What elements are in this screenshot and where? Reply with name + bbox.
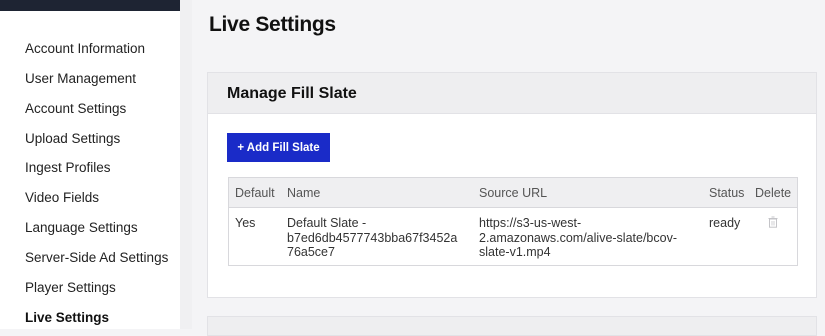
sidebar-item-upload-settings[interactable]: Upload Settings xyxy=(25,131,120,146)
cell-name: Default Slate - b7ed6db4577743bba67f3452… xyxy=(287,216,472,260)
cell-name-line: Default Slate - xyxy=(287,216,367,230)
sidebar-item-account-information[interactable]: Account Information xyxy=(25,41,145,56)
sidebar-item-live-settings[interactable]: Live Settings xyxy=(25,310,109,325)
sidebar-item-player-settings[interactable]: Player Settings xyxy=(25,280,116,295)
cell-default: Yes xyxy=(235,216,256,230)
sidebar-divider xyxy=(180,0,192,329)
column-header-name: Name xyxy=(287,186,321,200)
next-panel xyxy=(207,316,817,336)
fill-slate-table: Default Name Source URL Status Delete Ye… xyxy=(228,177,798,266)
sidebar-item-account-settings[interactable]: Account Settings xyxy=(25,101,126,116)
cell-url-line: slate-v1.mp4 xyxy=(479,245,551,259)
cell-status: ready xyxy=(709,216,741,230)
sidebar: Account Information User Management Acco… xyxy=(0,0,180,329)
add-fill-slate-button[interactable]: + Add Fill Slate xyxy=(227,133,330,162)
cell-source-url: https://s3-us-west- 2.amazonaws.com/aliv… xyxy=(479,216,704,260)
fill-slate-panel: Manage Fill Slate + Add Fill Slate Defau… xyxy=(207,72,817,298)
table-header: Default Name Source URL Status Delete xyxy=(229,178,797,208)
sidebar-item-user-management[interactable]: User Management xyxy=(25,71,136,86)
column-header-status: Status xyxy=(709,186,745,200)
cell-url-line: https://s3-us-west- xyxy=(479,216,582,230)
cell-name-line: 76a5ce7 xyxy=(287,245,335,259)
sidebar-item-video-fields[interactable]: Video Fields xyxy=(25,190,99,205)
cell-name-line: b7ed6db4577743bba67f3452a xyxy=(287,230,458,245)
sidebar-item-server-side-ad-settings[interactable]: Server-Side Ad Settings xyxy=(25,250,168,265)
sidebar-item-language-settings[interactable]: Language Settings xyxy=(25,220,138,235)
column-header-default: Default xyxy=(235,186,275,200)
sidebar-item-ingest-profiles[interactable]: Ingest Profiles xyxy=(25,160,111,175)
cell-url-line: 2.amazonaws.com/alive-slate/bcov- xyxy=(479,230,677,245)
sidebar-top-bar xyxy=(0,0,180,11)
fill-slate-panel-title: Manage Fill Slate xyxy=(227,85,357,102)
fill-slate-panel-header: Manage Fill Slate xyxy=(208,73,816,114)
column-header-delete: Delete xyxy=(755,186,792,200)
trash-icon[interactable] xyxy=(767,216,779,228)
page-title: Live Settings xyxy=(209,13,336,36)
column-header-source-url: Source URL xyxy=(479,186,548,200)
